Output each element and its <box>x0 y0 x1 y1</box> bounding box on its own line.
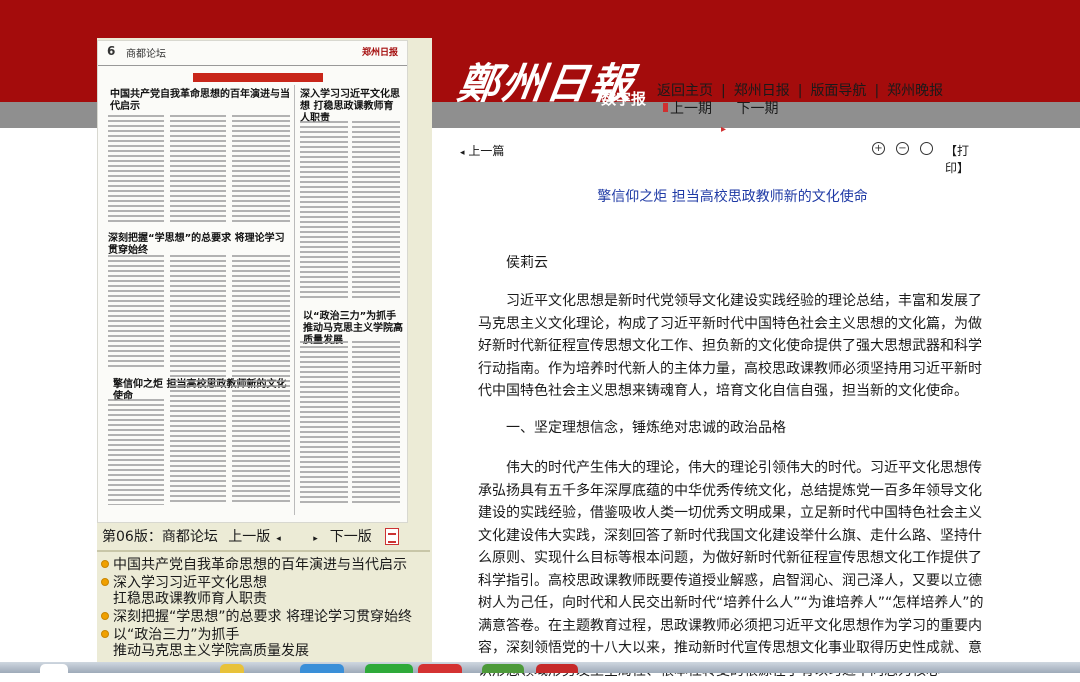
thumbnail-text-column <box>352 121 400 301</box>
prev-page-link[interactable]: 上一版 <box>228 529 270 545</box>
thumbnail-text-column <box>170 115 226 225</box>
next-page-link[interactable]: 下一版 <box>330 529 372 545</box>
nav-separator: | <box>797 83 803 99</box>
article-toolbar: ◂ 上一篇 + − 【打印】 <box>460 142 986 175</box>
top-nav: 返回主页 | 郑州日报 | 版面导航 | 郑州晚报 <box>657 80 943 100</box>
thumbnail-text-column <box>232 115 290 225</box>
thumbnail-text-column <box>170 255 226 505</box>
taskbar-button[interactable] <box>40 664 68 673</box>
toc-divider <box>97 550 430 552</box>
bullet-icon <box>101 630 109 638</box>
thumbnail-headline[interactable]: 深入学习习近平文化思想 打稳思政课教师育人职责 <box>300 89 400 125</box>
thumbnail-divider <box>294 85 295 515</box>
left-arrow-icon: ◂ <box>276 534 281 544</box>
list-item[interactable]: 中国共产党自我革命思想的百年演进与当代启示 <box>100 557 425 573</box>
thumbnail-page-name: 商都论坛 <box>126 49 166 60</box>
zoom-in-icon[interactable]: + <box>872 142 885 155</box>
taskbar-button[interactable] <box>536 664 578 673</box>
article-link[interactable]: 深入学习习近平文化思想 扛稳思政课教师育人职责 <box>113 575 267 607</box>
nav-home[interactable]: 返回主页 <box>657 83 713 99</box>
article-link[interactable]: 深刻把握“学思想”的总要求 将理论学习贯穿始终 <box>113 609 412 625</box>
prev-article-link[interactable]: ◂ 上一篇 <box>460 142 504 159</box>
thumbnail-text-column <box>232 255 290 505</box>
nav-zhengzhou-daily[interactable]: 郑州日报 <box>734 83 790 99</box>
list-item[interactable]: 以“政治三力”为抓手 推动马克思主义学院高质量发展 <box>100 627 425 659</box>
article-list: 中国共产党自我革命思想的百年演进与当代启示 深入学习习近平文化思想 扛稳思政课教… <box>100 557 425 661</box>
reset-icon[interactable] <box>920 142 933 155</box>
prev-issue-link[interactable]: 上一期 <box>670 101 712 117</box>
thumbnail-text-column <box>108 115 164 225</box>
thumbnail-text-column <box>300 341 348 506</box>
digital-edition-label: 数字报 <box>601 90 647 108</box>
thumbnail-headline[interactable]: 深刻把握“学思想”的总要求 将理论学习贯穿始终 <box>108 233 290 257</box>
pdf-icon[interactable] <box>385 528 399 545</box>
list-item[interactable]: 深刻把握“学思想”的总要求 将理论学习贯穿始终 <box>100 609 425 625</box>
thumbnail-header: 6 商都论坛 郑州日报 <box>98 41 407 66</box>
thumbnail-text-column <box>352 341 400 506</box>
taskbar-button[interactable] <box>220 664 244 673</box>
list-item[interactable]: 深入学习习近平文化思想 扛稳思政课教师育人职责 <box>100 575 425 607</box>
article-author: 侯莉云 <box>506 255 548 271</box>
thumbnail-page-number: 6 <box>107 44 116 58</box>
article-link[interactable]: 中国共产党自我革命思想的百年演进与当代启示 <box>113 557 407 573</box>
page-label: 第06版：商都论坛 <box>102 529 218 545</box>
zoom-out-icon[interactable]: − <box>896 142 909 155</box>
taskbar-button[interactable] <box>365 664 413 673</box>
bullet-icon <box>101 578 109 586</box>
left-marker-icon <box>663 103 668 112</box>
period-nav: 上一期 下一期 ▸ <box>663 101 778 135</box>
thumbnail-text-column <box>300 121 348 301</box>
right-arrow-icon: ▸ <box>313 534 318 544</box>
left-arrow-icon: ◂ <box>460 148 465 158</box>
taskbar-button[interactable] <box>300 664 344 673</box>
thumbnail-text-column <box>108 255 164 370</box>
nav-separator: | <box>721 83 726 99</box>
page-thumbnail[interactable]: 6 商都论坛 郑州日报 中国共产党自我革命思想的百年演进与当代启示 深入学习习近… <box>97 40 408 523</box>
bullet-icon <box>101 612 109 620</box>
thumbnail-text-column <box>108 399 164 505</box>
article-paragraph: 习近平文化思想是新时代党领导文化建设实践经验的理论总结，丰富和发展了马克思主义文… <box>478 293 982 399</box>
article-link[interactable]: 以“政治三力”为抓手 推动马克思主义学院高质量发展 <box>113 627 309 659</box>
print-button[interactable]: 【打印】 <box>945 142 986 176</box>
thumbnail-headline[interactable]: 中国共产党自我革命思想的百年演进与当代启示 <box>110 89 290 113</box>
nav-page-guide[interactable]: 版面导航 <box>810 83 866 99</box>
article-paragraph: 伟大的时代产生伟大的理论，伟大的理论引领伟大的时代。习近平文化思想传承弘扬具有五… <box>478 460 984 679</box>
taskbar-button[interactable] <box>418 664 462 673</box>
thumbnail-masthead: 郑州日报 <box>362 48 399 58</box>
nav-separator: | <box>874 83 880 99</box>
article-title: 擎信仰之炬 担当高校思政教师新的文化使命 <box>597 189 868 205</box>
bullet-icon <box>101 560 109 568</box>
taskbar-button[interactable] <box>482 664 524 673</box>
nav-evening-news[interactable]: 郑州晚报 <box>887 83 943 99</box>
next-issue-link[interactable]: 下一期 <box>736 101 778 117</box>
right-arrow-icon: ▸ <box>721 124 727 135</box>
page-nav: 第06版：商都论坛 上一版 ◂ ▸ 下一版 <box>102 526 378 546</box>
thumbnail-ribbon <box>193 73 323 82</box>
article-section-heading: 一、坚定理想信念，锤炼绝对忠诚的政治品格 <box>506 420 786 436</box>
